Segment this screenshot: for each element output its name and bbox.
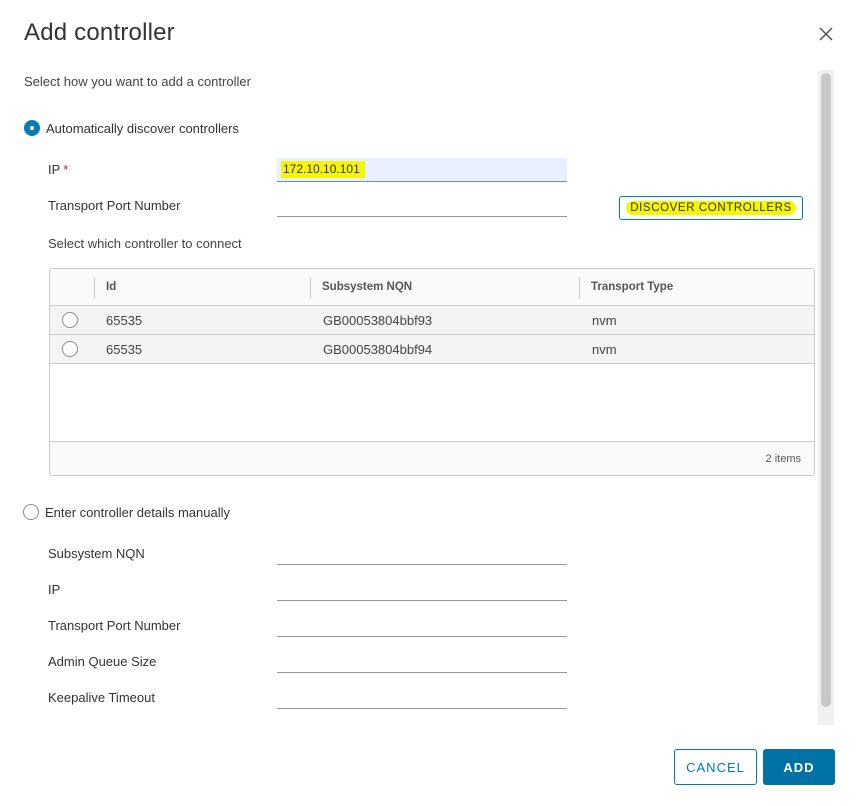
manual-admin-queue-label: Admin Queue Size (48, 654, 157, 669)
ip-input[interactable] (277, 158, 567, 182)
cell-subsystem-nqn: GB00053804bbf94 (323, 342, 433, 357)
manual-ip-label: IP (48, 582, 61, 597)
dialog-title: Add controller (24, 19, 175, 46)
manual-admin-queue-input[interactable] (277, 649, 567, 673)
table-footer: 2 items (50, 441, 814, 475)
cell-id: 65535 (106, 342, 143, 357)
row-select-radio[interactable] (62, 341, 78, 357)
manual-entry-radio[interactable] (23, 504, 39, 520)
close-button[interactable] (817, 25, 835, 43)
manual-port-input[interactable] (277, 613, 567, 637)
dialog-instruction: Select how you want to add a controller (24, 74, 251, 89)
cell-subsystem-nqn: GB00053804bbf93 (323, 313, 433, 328)
discover-controllers-button[interactable]: DISCOVER CONTROLLERS (619, 196, 803, 220)
column-header-transport-type[interactable]: Transport Type (579, 269, 673, 306)
manual-keepalive-label: Keepalive Timeout (48, 690, 155, 705)
auto-discover-radio[interactable] (24, 120, 40, 136)
column-header-id[interactable]: Id (94, 269, 116, 306)
cell-id: 65535 (106, 313, 143, 328)
cell-transport-type: nvm (592, 313, 617, 328)
select-controller-label: Select which controller to connect (48, 236, 242, 251)
row-select-radio[interactable] (62, 312, 78, 328)
ip-label-text: IP (48, 162, 61, 177)
required-marker: * (63, 162, 69, 177)
auto-discover-option[interactable]: Automatically discover controllers (24, 120, 239, 136)
add-button[interactable]: ADD (763, 749, 835, 785)
column-header-subsystem-nqn[interactable]: Subsystem NQN (310, 269, 412, 306)
discover-controllers-label: DISCOVER CONTROLLERS (626, 201, 796, 215)
scrollbar-thumb[interactable] (821, 73, 831, 707)
manual-keepalive-input[interactable] (277, 685, 567, 709)
manual-port-label: Transport Port Number (48, 618, 181, 633)
manual-ip-input[interactable] (277, 577, 567, 601)
port-input[interactable] (277, 193, 567, 217)
ip-label: IP * (48, 162, 68, 177)
controllers-table: Id Subsystem NQN Transport Type 65535 GB… (49, 268, 815, 476)
manual-entry-label: Enter controller details manually (45, 504, 230, 520)
cell-transport-type: nvm (592, 342, 617, 357)
table-row[interactable]: 65535 GB00053804bbf94 nvm (50, 335, 814, 364)
manual-nqn-input[interactable] (277, 541, 567, 565)
table-header: Id Subsystem NQN Transport Type (50, 269, 814, 306)
item-count: 2 items (765, 453, 801, 465)
cancel-button[interactable]: CANCEL (674, 749, 757, 785)
table-row[interactable]: 65535 GB00053804bbf93 nvm (50, 306, 814, 335)
manual-entry-option[interactable]: Enter controller details manually (23, 504, 230, 520)
port-label: Transport Port Number (48, 198, 181, 213)
close-icon (819, 27, 833, 41)
manual-nqn-label: Subsystem NQN (48, 546, 145, 561)
auto-discover-label: Automatically discover controllers (46, 120, 239, 136)
